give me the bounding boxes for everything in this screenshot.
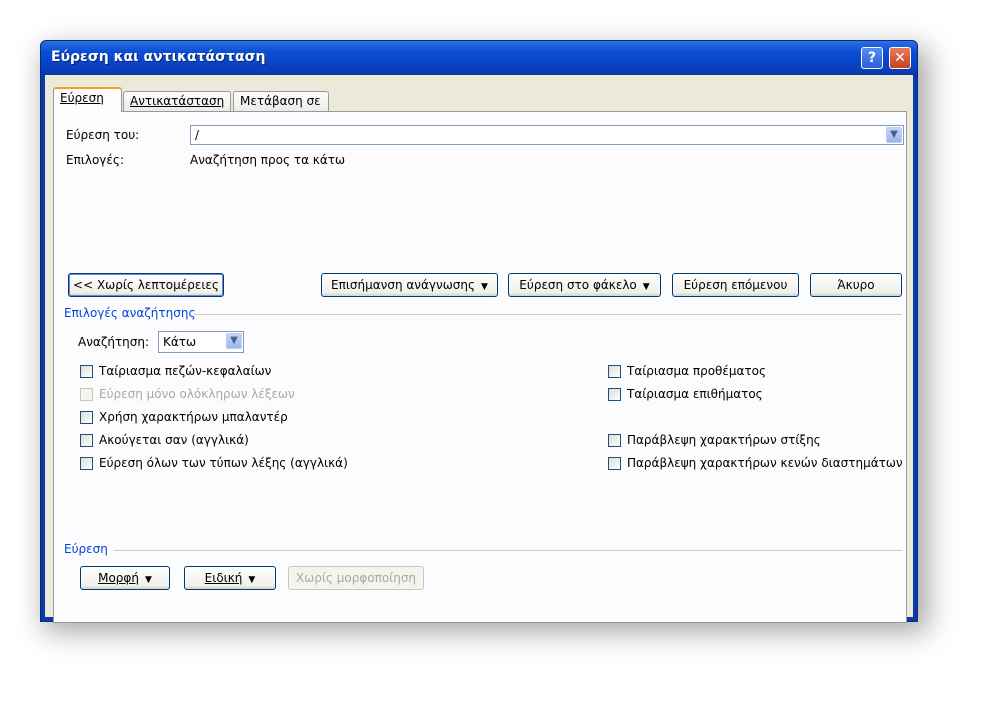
checkbox-box[interactable] [608, 364, 621, 378]
no-formatting-button: Χωρίς μορφοποίηση [288, 566, 424, 590]
find-what-input[interactable]: / ▼ [190, 125, 904, 145]
reading-highlight-button[interactable]: Επισήμανση ανάγνωσης ▼ [321, 273, 498, 297]
find-replace-dialog: Εύρεση και αντικατάσταση ? ✕ Εύρεση Αντι… [40, 40, 918, 623]
no-formatting-label: Χωρίς μορφοποίηση [295, 571, 417, 585]
tab-goto-label: Μετάβαση σε [240, 94, 321, 108]
checkbox-box[interactable] [80, 410, 93, 424]
chevron-down-icon[interactable]: ▼ [226, 333, 242, 349]
find-what-label: Εύρεση του: [66, 128, 140, 142]
tab-replace[interactable]: Αντικατάσταση [123, 91, 231, 111]
checkbox-label: Ταίριασμα προθέματος [627, 364, 767, 378]
format-button[interactable]: Μορφή ▼ [80, 566, 170, 590]
special-button[interactable]: Ειδική ▼ [184, 566, 276, 590]
chevron-down-icon[interactable]: ▼ [886, 127, 902, 143]
checkbox-label: Παράβλεψη χαρακτήρων στίξης [627, 433, 821, 447]
checkbox-box[interactable] [80, 433, 93, 447]
checkbox-box[interactable] [608, 387, 621, 401]
special-label: Ειδική [204, 571, 243, 585]
less-button-label: << Χωρίς λεπτομέρειες [73, 278, 219, 292]
options-label: Επιλογές: [66, 153, 124, 167]
tab-find[interactable]: Εύρεση [53, 87, 122, 112]
format-label: Μορφή [98, 571, 139, 585]
triangle-down-icon: ▼ [248, 575, 256, 585]
search-direction-value: Κάτω [163, 335, 197, 349]
match-prefix-checkbox[interactable]: Ταίριασμα προθέματος [608, 364, 766, 378]
find-tab-panel: Εύρεση του: / ▼ Επιλογές: Αναζήτηση προς… [53, 111, 907, 623]
find-group-title: Εύρεση [64, 542, 108, 556]
ignore-whitespace-checkbox[interactable]: Παράβλεψη χαρακτήρων κενών διαστημάτων [608, 456, 903, 470]
checkbox-box[interactable] [608, 456, 621, 470]
find-next-button[interactable]: Εύρεση επόμενου [672, 273, 799, 297]
checkbox-label: Ακούγεται σαν (αγγλικά) [99, 433, 249, 447]
search-direction-select[interactable]: Κάτω ▼ [158, 331, 244, 353]
close-button[interactable]: ✕ [889, 47, 911, 69]
tab-replace-label: Αντικατάσταση [130, 94, 225, 108]
tab-find-label: Εύρεση [60, 91, 104, 105]
checkbox-box [80, 387, 93, 401]
less-button[interactable]: << Χωρίς λεπτομέρειες [68, 273, 224, 297]
dialog-client-area: Εύρεση Αντικατάσταση Μετάβαση σε Εύρεση … [45, 75, 913, 623]
checkbox-label: Εύρεση όλων των τύπων λέξης (αγγλικά) [99, 456, 348, 470]
all-word-forms-checkbox[interactable]: Εύρεση όλων των τύπων λέξης (αγγλικά) [80, 456, 348, 470]
checkbox-label: Παράβλεψη χαρακτήρων κενών διαστημάτων [627, 456, 903, 470]
checkbox-box[interactable] [80, 456, 93, 470]
cancel-button[interactable]: Άκυρο [810, 273, 902, 297]
wildcards-checkbox[interactable]: Χρήση χαρακτήρων μπαλαντέρ [80, 410, 288, 424]
find-what-value: / [195, 128, 200, 142]
search-direction-label: Αναζήτηση: [78, 335, 150, 349]
window-title: Εύρεση και αντικατάσταση [51, 49, 266, 65]
search-options-title: Επιλογές αναζήτησης [64, 306, 196, 320]
tab-goto[interactable]: Μετάβαση σε [233, 91, 329, 111]
find-next-label: Εύρεση επόμενου [683, 278, 788, 292]
options-value: Αναζήτηση προς τα κάτω [190, 153, 346, 167]
cancel-label: Άκυρο [837, 278, 875, 292]
checkbox-label: Εύρεση μόνο ολόκληρων λέξεων [99, 387, 295, 401]
checkbox-label: Ταίριασμα πεζών-κεφαλαίων [99, 364, 272, 378]
find-in-label: Εύρεση στο φάκελο [519, 278, 637, 292]
triangle-down-icon: ▼ [642, 282, 650, 292]
title-bar[interactable]: Εύρεση και αντικατάσταση ? ✕ [41, 41, 917, 75]
triangle-down-icon: ▼ [144, 575, 152, 585]
checkbox-label: Χρήση χαρακτήρων μπαλαντέρ [99, 410, 288, 424]
match-case-checkbox[interactable]: Ταίριασμα πεζών-κεφαλαίων [80, 364, 271, 378]
checkbox-label: Ταίριασμα επιθήματος [627, 387, 763, 401]
sounds-like-checkbox[interactable]: Ακούγεται σαν (αγγλικά) [80, 433, 249, 447]
whole-words-checkbox: Εύρεση μόνο ολόκληρων λέξεων [80, 387, 295, 401]
reading-highlight-label: Επισήμανση ανάγνωσης [331, 278, 476, 292]
group-divider [194, 314, 902, 315]
help-button[interactable]: ? [861, 47, 883, 69]
group-divider [114, 550, 902, 551]
match-suffix-checkbox[interactable]: Ταίριασμα επιθήματος [608, 387, 763, 401]
checkbox-box[interactable] [608, 433, 621, 447]
triangle-down-icon: ▼ [481, 282, 488, 292]
ignore-punctuation-checkbox[interactable]: Παράβλεψη χαρακτήρων στίξης [608, 433, 821, 447]
find-in-button[interactable]: Εύρεση στο φάκελο ▼ [508, 273, 661, 297]
checkbox-box[interactable] [80, 364, 93, 378]
